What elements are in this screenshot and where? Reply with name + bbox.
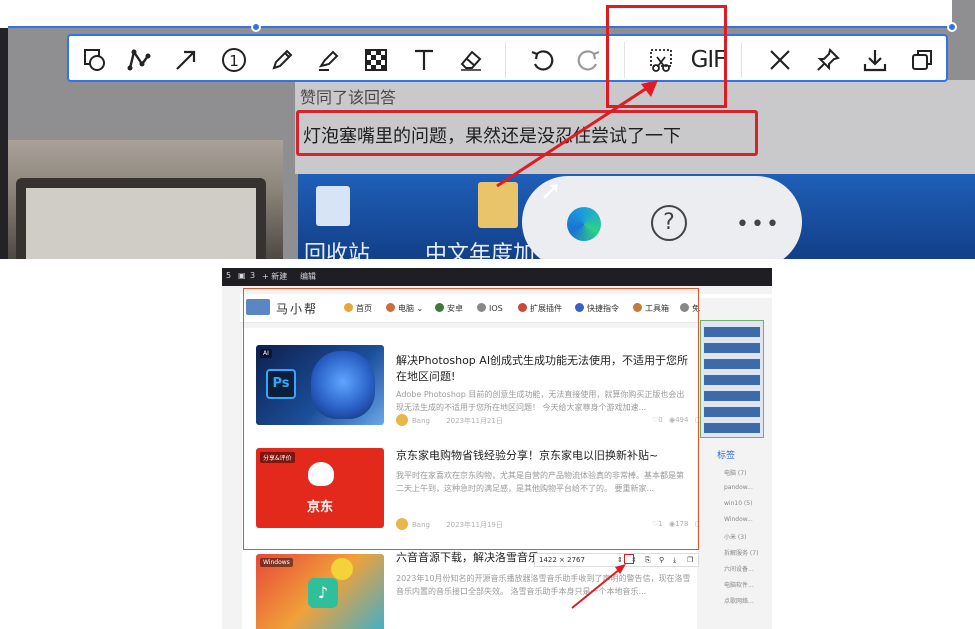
- mini-copy-icon[interactable]: ❐: [687, 556, 693, 564]
- mini-pin-icon[interactable]: ⚲: [659, 556, 664, 564]
- svg-text:1: 1: [229, 52, 239, 70]
- admin-topbar: 5 ▣ 3 + 新建 编辑: [222, 268, 772, 286]
- polyline-tool-icon[interactable]: [122, 43, 156, 77]
- recycle-bin-icon[interactable]: [316, 186, 350, 226]
- tag-link[interactable]: 电脑 (7): [724, 468, 746, 477]
- laptop-screen: [26, 188, 256, 259]
- mini-tool-icon[interactable]: ⇕: [617, 556, 623, 564]
- sidebar-thumb[interactable]: [704, 391, 760, 401]
- post-excerpt: 2023年10月份知名的开源音乐播放器洛雪音乐助手收到了声明的警告信，现在洛雪音…: [396, 574, 691, 596]
- background-photo: [8, 140, 283, 259]
- tag-link[interactable]: 六间设备...: [724, 564, 754, 573]
- text-tool-icon[interactable]: [407, 43, 441, 77]
- selection-top-area: [0, 0, 952, 28]
- blog-screenshot-panel: 5 ▣ 3 + 新建 编辑 马小帮 首页 电脑 ⌄ 安卓 IOS 扩展插件 快捷指令 工具箱…: [222, 268, 772, 629]
- sidebar-thumb[interactable]: [704, 407, 760, 417]
- copy-icon[interactable]: [905, 43, 939, 77]
- topbar-count[interactable]: 3: [250, 271, 255, 280]
- comment-icon[interactable]: ▣: [238, 271, 246, 280]
- more-icon[interactable]: •••: [736, 212, 781, 237]
- pin-icon[interactable]: [811, 43, 845, 77]
- download-icon[interactable]: [858, 43, 892, 77]
- close-icon[interactable]: [763, 43, 797, 77]
- tags-heading: 标签: [717, 451, 736, 461]
- selection-border: [8, 26, 952, 28]
- mini-capture-toolbar: 1422 × 2767 ⇕ ⇕ ⎘ ⚲ ⤓ ❐: [534, 553, 699, 567]
- post-thumbnail[interactable]: Windows ♪: [256, 554, 384, 629]
- post-title[interactable]: 六音音源下载，解决洛雪音乐!: [396, 550, 546, 566]
- shape-tool-icon[interactable]: [77, 43, 111, 77]
- toolbar-divider: [505, 42, 506, 78]
- tag-link[interactable]: 点歌网络...: [724, 596, 754, 605]
- eraser-tool-icon[interactable]: [454, 43, 488, 77]
- tag-link[interactable]: 电脑软件...: [724, 580, 754, 589]
- emoji-icon: [331, 558, 353, 580]
- annotation-toolbar: 1 GIF: [67, 34, 948, 82]
- tag-link[interactable]: 小米 (3): [724, 532, 746, 541]
- sidebar-thumb[interactable]: [704, 423, 760, 433]
- undo-icon[interactable]: [525, 43, 559, 77]
- capture-selection-frame: [243, 288, 699, 550]
- new-link[interactable]: + 新建: [262, 271, 287, 282]
- screenshot-editor-panel: 赞同了该回答 灯泡塞嘴里的问题，果然还是没忍住尝试了一下 回收站 中文年度加强 …: [0, 0, 975, 259]
- sidebar-thumb[interactable]: [704, 343, 760, 353]
- recycle-bin-label: 回收站: [304, 242, 371, 259]
- mini-red-highlight: [624, 554, 634, 564]
- highlighted-sentence: 灯泡塞嘴里的问题，果然还是没忍住尝试了一下: [303, 126, 681, 147]
- capture-size-readout: 1422 × 2767: [539, 556, 585, 564]
- tag-link[interactable]: win10 (5): [724, 500, 752, 507]
- mini-tool-icon[interactable]: ⎘: [645, 556, 651, 565]
- topbar-count[interactable]: 5: [226, 271, 231, 280]
- edit-link[interactable]: 编辑: [300, 271, 316, 282]
- music-note-icon: ♪: [308, 578, 338, 608]
- mouse-cursor-icon: ➚: [540, 176, 562, 206]
- edge-browser-icon[interactable]: [567, 207, 601, 241]
- mini-download-icon[interactable]: ⤓: [673, 556, 676, 565]
- sidebar-thumbnails: [700, 320, 764, 438]
- tag-link[interactable]: Window...: [724, 516, 753, 523]
- sidebar-thumb[interactable]: [704, 327, 760, 337]
- red-callout-box: [606, 5, 727, 108]
- agreed-answer-text: 赞同了该回答: [300, 88, 397, 107]
- tag-link[interactable]: 拆解服务 (7): [724, 548, 758, 557]
- arrow-tool-icon[interactable]: [169, 43, 203, 77]
- post-badge: Windows: [260, 558, 293, 567]
- sidebar-thumb[interactable]: [704, 375, 760, 385]
- tag-link[interactable]: pandow...: [724, 484, 753, 491]
- mosaic-tool-icon[interactable]: [359, 43, 393, 77]
- resize-handle[interactable]: [251, 22, 261, 32]
- sidebar-thumb[interactable]: [704, 359, 760, 369]
- help-icon[interactable]: ?: [651, 205, 687, 241]
- resize-handle[interactable]: [947, 22, 957, 32]
- number-tool-icon[interactable]: 1: [217, 43, 251, 77]
- pencil-tool-icon[interactable]: [265, 43, 299, 77]
- composite-screenshot: 赞同了该回答 灯泡塞嘴里的问题，果然还是没忍住尝试了一下 回收站 中文年度加强 …: [0, 0, 975, 629]
- folder-icon[interactable]: [478, 182, 518, 228]
- marker-tool-icon[interactable]: [312, 43, 346, 77]
- redo-icon[interactable]: [572, 43, 606, 77]
- left-edge: [0, 28, 8, 259]
- toolbar-divider: [741, 42, 742, 78]
